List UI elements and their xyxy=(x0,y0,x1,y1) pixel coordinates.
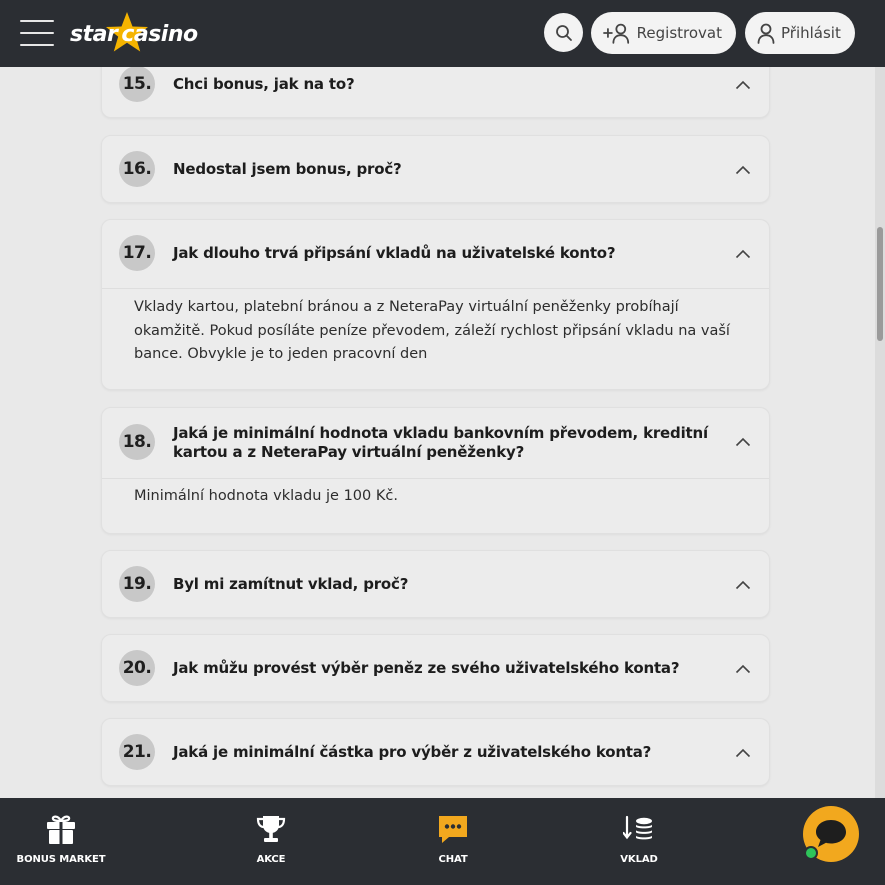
faq-number-badge: 15. xyxy=(119,67,155,102)
hamburger-menu-icon[interactable] xyxy=(20,20,54,46)
faq-answer: Minimální hodnota vkladu je 100 Kč. xyxy=(134,488,398,504)
deposit-icon xyxy=(623,815,652,840)
chat-icon xyxy=(439,816,467,843)
nav-akce[interactable]: AKCE xyxy=(216,812,326,865)
nav-label: VKLAD xyxy=(620,854,658,865)
nav-vklad[interactable]: VKLAD xyxy=(584,812,694,865)
scrollbar-track[interactable] xyxy=(875,67,885,798)
faq-item-16: 16. Nedostal jsem bonus, proč? xyxy=(101,135,770,203)
online-status-indicator xyxy=(804,846,818,860)
faq-question-header[interactable]: 21. Jaká je minimální částka pro výběr z… xyxy=(102,719,769,787)
login-button[interactable]: Přihlásit xyxy=(745,12,855,54)
faq-question-header[interactable]: 20. Jak můžu provést výběr peněz ze svéh… xyxy=(102,635,769,703)
search-icon xyxy=(555,24,572,41)
faq-item-20: 20. Jak můžu provést výběr peněz ze svéh… xyxy=(101,634,770,702)
chevron-up-icon[interactable] xyxy=(735,437,751,447)
logo-casino-text: casino xyxy=(121,22,198,47)
add-user-icon xyxy=(603,23,630,44)
register-button[interactable]: Registrovat xyxy=(591,12,736,54)
faq-divider xyxy=(102,478,769,479)
nav-chat[interactable]: CHAT xyxy=(398,812,508,865)
chevron-up-icon[interactable] xyxy=(735,80,751,90)
nav-label: BONUS MARKET xyxy=(16,854,106,865)
logo-star-text: star xyxy=(70,22,118,47)
faq-number-badge: 19. xyxy=(119,566,155,602)
chevron-up-icon[interactable] xyxy=(735,580,751,590)
faq-answer: Vklady kartou, platební bránou a z Neter… xyxy=(134,299,730,362)
chevron-up-icon[interactable] xyxy=(735,748,751,758)
faq-item-21: 21. Jaká je minimální částka pro výběr z… xyxy=(101,718,770,786)
faq-number-badge: 21. xyxy=(119,734,155,770)
faq-question: Jak dlouho trvá připsání vkladů na uživa… xyxy=(173,244,616,262)
faq-question: Chci bonus, jak na to? xyxy=(173,75,355,93)
user-icon xyxy=(757,23,775,44)
faq-item-18: 18. Jaká je minimální hodnota vkladu ban… xyxy=(101,407,770,534)
faq-number-badge: 16. xyxy=(119,151,155,187)
faq-question: Byl mi zamítnut vklad, proč? xyxy=(173,575,409,593)
trophy-icon xyxy=(256,816,286,842)
chevron-up-icon[interactable] xyxy=(735,664,751,674)
faq-question-header[interactable]: 16. Nedostal jsem bonus, proč? xyxy=(102,136,769,204)
faq-item-17: 17. Jak dlouho trvá připsání vkladů na u… xyxy=(101,219,770,390)
faq-number-badge: 20. xyxy=(119,650,155,686)
register-label: Registrovat xyxy=(636,24,722,42)
faq-list: 15. Chci bonus, jak na to? 16. Nedostal … xyxy=(0,67,885,798)
faq-number-badge: 17. xyxy=(119,235,155,271)
faq-number-badge: 18. xyxy=(119,424,155,460)
top-header: star casino Registrovat Přihlásit xyxy=(0,0,885,67)
chevron-up-icon[interactable] xyxy=(735,249,751,259)
nav-label: AKCE xyxy=(256,854,286,865)
faq-question-header[interactable]: 15. Chci bonus, jak na to? xyxy=(102,67,769,119)
faq-question: Jaká je minimální částka pro výběr z uži… xyxy=(173,743,652,761)
faq-divider xyxy=(102,288,769,289)
bottom-navigation: BONUS MARKET AKCE CHAT VKLAD xyxy=(0,798,885,885)
chat-bubble-icon xyxy=(816,820,846,847)
nav-bonus-market[interactable]: BONUS MARKET xyxy=(6,812,116,865)
faq-item-19: 19. Byl mi zamítnut vklad, proč? xyxy=(101,550,770,618)
faq-question: Nedostal jsem bonus, proč? xyxy=(173,160,402,178)
faq-item-15: 15. Chci bonus, jak na to? xyxy=(101,67,770,118)
login-label: Přihlásit xyxy=(781,24,841,42)
gift-icon xyxy=(47,815,75,844)
faq-question: Jaká je minimální hodnota vkladu bankovn… xyxy=(173,424,708,461)
chevron-up-icon[interactable] xyxy=(735,165,751,175)
faq-question-header[interactable]: 17. Jak dlouho trvá připsání vkladů na u… xyxy=(102,220,769,288)
faq-question-header[interactable]: 18. Jaká je minimální hodnota vkladu ban… xyxy=(102,408,769,478)
search-button[interactable] xyxy=(544,13,583,52)
nav-label: CHAT xyxy=(438,854,468,865)
scrollbar-thumb[interactable] xyxy=(877,227,883,341)
faq-question-header[interactable]: 19. Byl mi zamítnut vklad, proč? xyxy=(102,551,769,619)
starcasino-logo[interactable]: star casino xyxy=(70,12,220,56)
faq-question: Jak můžu provést výběr peněz ze svého už… xyxy=(173,659,680,677)
